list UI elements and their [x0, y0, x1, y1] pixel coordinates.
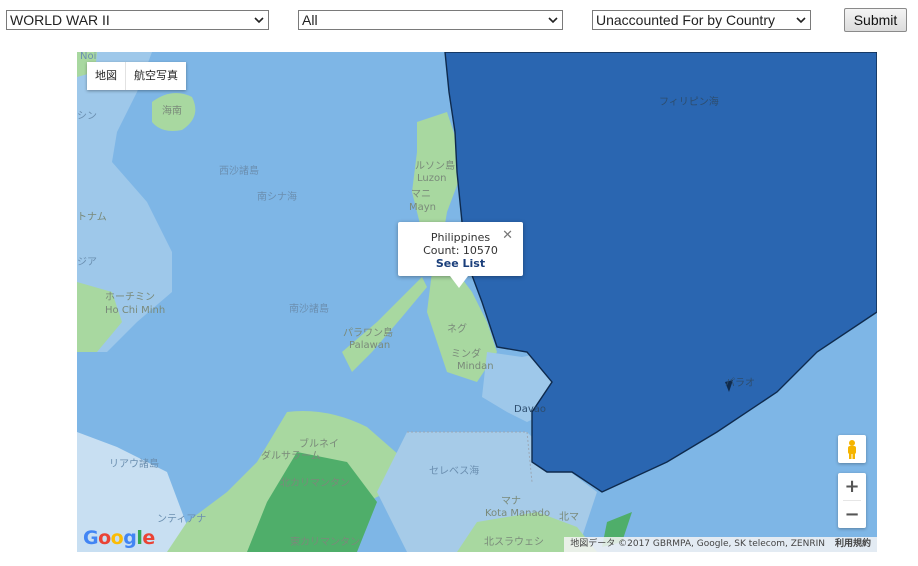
map-attribution: 地図データ ©2017 GBRMPA, Google, SK telecom, … [564, 537, 877, 552]
chevron-down-icon [254, 17, 264, 24]
label-noi: Noi [80, 52, 96, 62]
label-luzon-jp: ルソン島 [415, 159, 455, 172]
label-manila-jp: マニ [411, 189, 431, 200]
label-gia: ジア [77, 257, 97, 268]
label-manila-en: Mayn [409, 202, 436, 213]
label-riau: リアウ諸島 [109, 457, 159, 470]
see-list-link[interactable]: See List [398, 257, 523, 271]
map-canvas[interactable]: フィリピン海 南シナ海 海南 西沙諸島 南沙諸島 パラワン島 Palawan ル… [77, 52, 877, 552]
report-select[interactable]: Unaccounted For by Country [592, 10, 811, 30]
label-sian: シン [77, 111, 97, 122]
conflict-select[interactable]: WORLD WAR II [6, 10, 269, 30]
label-pontianak: ンティアナ [157, 513, 206, 525]
branch-select-value: All [302, 12, 318, 28]
label-mindanao-jp: ミンダ [451, 347, 481, 360]
conflict-select-value: WORLD WAR II [10, 12, 110, 28]
chevron-down-icon [548, 17, 558, 24]
map-type-control: 地図 航空写真 [87, 62, 186, 90]
attribution-text: 地図データ ©2017 GBRMPA, Google, SK telecom, … [570, 539, 825, 549]
label-north-maluku: 北マ [559, 511, 579, 523]
label-hcm-jp: ホーチミン [105, 291, 155, 303]
label-mindanao-en: Mindan [457, 361, 494, 372]
label-dalussalam: ダルサラーム [261, 449, 321, 462]
label-manado-jp: マナ [501, 495, 521, 507]
label-south-china-sea: 南シナ海 [257, 190, 297, 203]
submit-button[interactable]: Submit [844, 8, 907, 32]
street-view-pegman[interactable] [838, 435, 866, 463]
label-palawan-en: Palawan [349, 340, 390, 351]
label-spratly: 南沙諸島 [289, 302, 329, 315]
label-north-kalimantan: 北カリマンタン [280, 477, 350, 489]
chevron-down-icon [796, 17, 806, 24]
map-tiles: フィリピン海 南シナ海 海南 西沙諸島 南沙諸島 パラワン島 Palawan ル… [77, 52, 877, 552]
pegman-icon [848, 440, 856, 459]
label-palau: パラオ [725, 377, 755, 389]
label-east-kalimantan: 東カリマンタン [290, 535, 360, 548]
map-type-satellite-button[interactable]: 航空写真 [126, 62, 186, 90]
branch-select[interactable]: All [298, 10, 563, 30]
label-celebes-sea: セレベス海 [429, 464, 479, 477]
close-icon[interactable]: ✕ [502, 229, 513, 242]
terms-link[interactable]: 利用規約 [835, 537, 871, 552]
label-kota-manado: Kota Manado [485, 508, 550, 519]
info-window-tail [450, 276, 468, 288]
zoom-out-button[interactable]: − [838, 501, 866, 528]
label-hainan: 海南 [162, 104, 182, 117]
report-select-value: Unaccounted For by Country [596, 12, 775, 28]
google-logo[interactable]: Google [83, 527, 155, 549]
info-count: Count: 10570 [423, 244, 498, 257]
zoom-in-button[interactable]: + [838, 473, 866, 500]
label-brunei: ブルネイ [299, 437, 339, 450]
label-davao: Davao [514, 404, 546, 415]
label-hcm-en: Ho Chi Minh [105, 305, 165, 316]
label-negros: ネグ [447, 322, 467, 335]
map-type-map-button[interactable]: 地図 [87, 62, 126, 90]
label-paracel: 西沙諸島 [219, 164, 259, 177]
zoom-control: + − [838, 473, 866, 528]
label-palawan-jp: パラワン島 [343, 326, 393, 339]
label-philippine-sea: フィリピン海 [659, 95, 719, 108]
label-luzon-en: Luzon [417, 173, 446, 184]
info-window: ✕ Philippines Count: 10570 See List [398, 222, 523, 276]
label-north-sulawesi: 北スラウェシ [484, 536, 544, 548]
label-vietnam: トナム [77, 211, 107, 223]
